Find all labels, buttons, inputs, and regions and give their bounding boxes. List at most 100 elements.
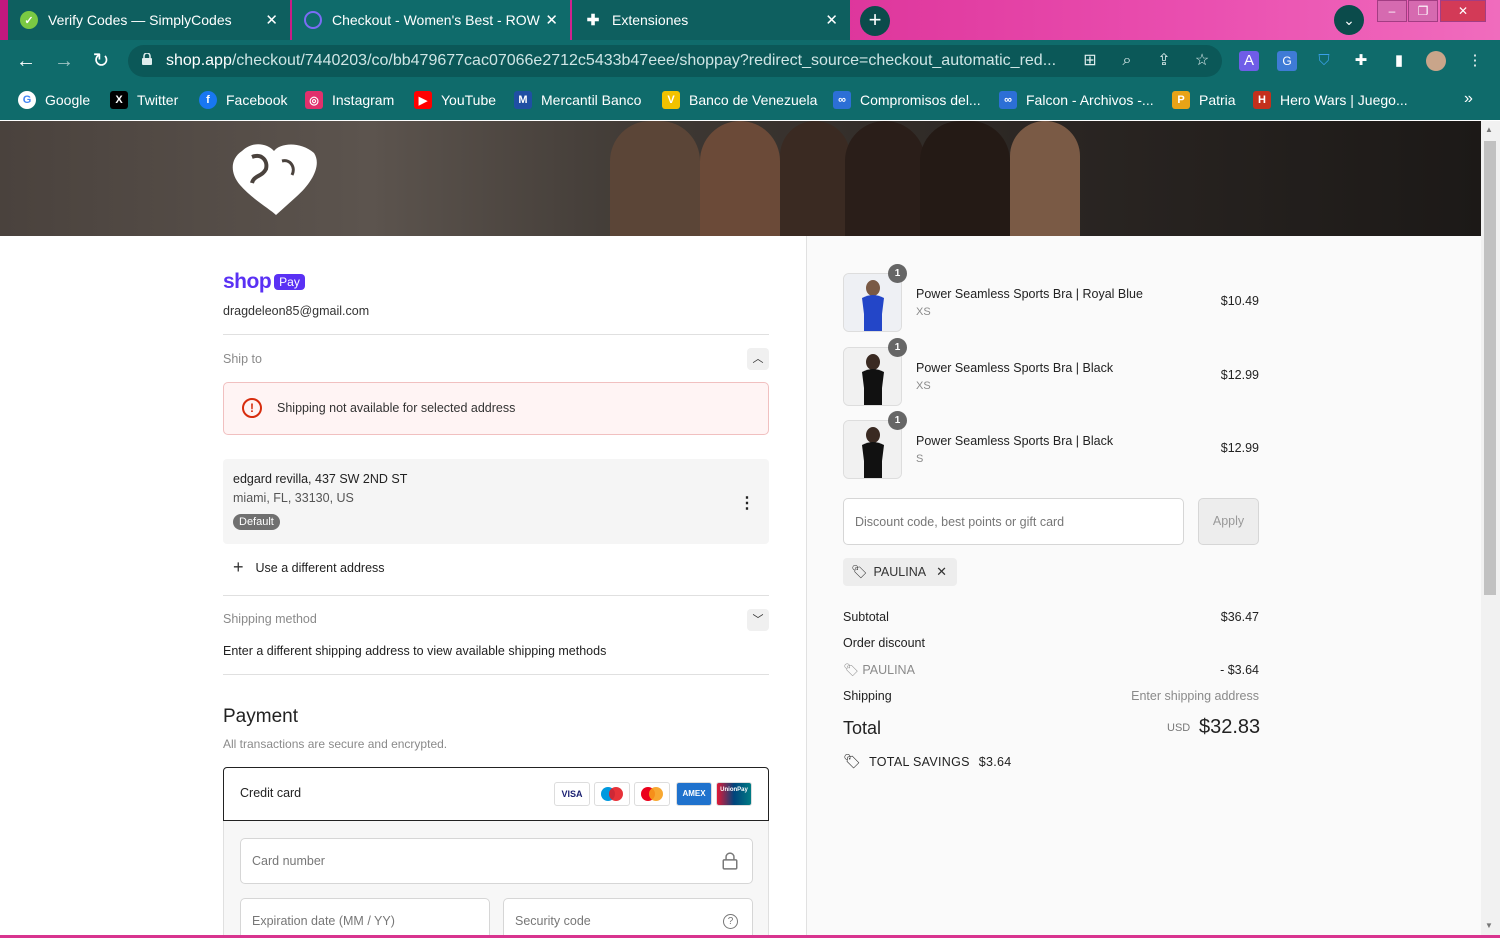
bookmark-google[interactable]: G Google [18, 91, 90, 109]
close-icon[interactable]: ✕ [825, 11, 838, 29]
chevron-down-icon[interactable]: ﹀ [747, 609, 769, 631]
unionpay-icon: UnionPay [716, 782, 752, 806]
product-price: $12.99 [1220, 368, 1259, 382]
product-price: $10.49 [1220, 294, 1259, 308]
payment-subtitle: All transactions are secure and encrypte… [223, 737, 448, 751]
minimize-button[interactable]: – [1377, 0, 1407, 22]
scroll-down-icon[interactable]: ▼ [1485, 921, 1493, 930]
back-arrow-icon[interactable]: ← [14, 49, 38, 73]
restore-button[interactable]: ❐ [1408, 0, 1438, 22]
google-icon: G [18, 91, 36, 109]
bookmark-compromisos[interactable]: ∞ Compromisos del... [833, 91, 981, 109]
help-icon[interactable]: ? [723, 914, 738, 929]
more-options-icon[interactable]: ⋮ [739, 493, 755, 513]
close-icon[interactable]: ✕ [265, 11, 278, 29]
banner-model [920, 121, 1010, 236]
google-translate-icon[interactable]: G [1277, 51, 1297, 71]
product-variant: XS [916, 306, 931, 318]
close-icon[interactable]: ✕ [545, 11, 558, 29]
address-line2: miami, FL, 33130, US [233, 491, 354, 505]
bookmark-mercantil[interactable]: M Mercantil Banco [514, 91, 641, 109]
bookmark-falcon[interactable]: ∞ Falcon - Archivos -... [999, 91, 1154, 109]
banner-model [780, 121, 850, 236]
line-item: 1 Power Seamless Sports Bra | Black XS $… [843, 338, 1273, 407]
divider [223, 595, 769, 596]
bookmark-twitter[interactable]: X Twitter [110, 91, 178, 109]
hero-banner [0, 121, 1481, 236]
bookmark-youtube[interactable]: ▶ YouTube [414, 91, 496, 109]
tab-simplycodes[interactable]: ✓ Verify Codes — SimplyCodes ✕ [8, 0, 290, 40]
tab-extensiones[interactable]: ✚ Extensiones ✕ [572, 0, 850, 40]
apply-button[interactable]: Apply [1198, 498, 1259, 545]
bdv-icon: V [662, 91, 680, 109]
error-icon: ! [242, 398, 262, 418]
bookmark-star-icon[interactable]: ☆ [1192, 51, 1212, 71]
extensions-puzzle-icon[interactable]: ✚ [1351, 51, 1371, 71]
x-icon: X [110, 91, 128, 109]
shield-icon[interactable]: ⛉ [1314, 51, 1334, 71]
account-email: dragdeleon85@gmail.com [223, 304, 370, 318]
order-discount-row: Order discount [843, 636, 925, 650]
remove-discount-icon[interactable]: ✕ [936, 564, 947, 580]
product-name: Power Seamless Sports Bra | Black [916, 434, 1114, 448]
more-menu-icon[interactable]: ⋮ [1465, 51, 1485, 71]
forward-arrow-icon[interactable]: → [52, 49, 76, 73]
default-badge: Default [233, 514, 280, 530]
banner-model [610, 121, 700, 236]
tag-icon: 🏷 [843, 753, 862, 769]
checkout-main: shop Pay dragdeleon85@gmail.com Ship to … [0, 236, 806, 936]
bookmark-facebook[interactable]: f Facebook [199, 91, 287, 109]
loading-spinner-icon [304, 11, 322, 29]
tag-icon: 🏷 [843, 663, 859, 677]
product-variant: XS [916, 380, 931, 392]
bookmark-instagram[interactable]: ◎ Instagram [305, 91, 394, 109]
reload-icon[interactable]: ↻ [89, 49, 113, 73]
tag-icon: 🏷 [851, 564, 868, 579]
address-bar[interactable]: shop.app/checkout/7440203/co/bb479677cac… [128, 45, 1222, 77]
patria-icon: P [1172, 91, 1190, 109]
extension-a-icon[interactable]: A [1239, 51, 1259, 71]
page-scrollbar[interactable]: ▲ ▼ [1481, 121, 1500, 936]
side-panel-icon[interactable]: ▮ [1389, 51, 1409, 71]
currency-code: USD [1167, 722, 1191, 734]
zoom-icon[interactable]: ⌕ [1117, 51, 1137, 71]
banner-model [845, 121, 925, 236]
scrollbar-thumb[interactable] [1484, 141, 1496, 595]
order-summary: 1 Power Seamless Sports Bra | Royal Blue… [806, 236, 1481, 936]
url-text: shop.app/checkout/7440203/co/bb479677cac… [166, 52, 1057, 69]
ship-to-label: Ship to [223, 352, 262, 366]
discount-code-input[interactable]: Discount code, best points or gift card [843, 498, 1184, 545]
mercantil-icon: M [514, 91, 532, 109]
shipping-method-message: Enter a different shipping address to vi… [223, 644, 607, 658]
expiration-date-field[interactable]: Expiration date (MM / YY) [240, 898, 490, 936]
plus-icon: + [233, 557, 244, 577]
tab-search-button[interactable]: ⌄ [1334, 5, 1364, 35]
share-icon[interactable]: ⇪ [1154, 51, 1174, 71]
lock-icon [142, 53, 152, 65]
tab-checkout[interactable]: Checkout - Women's Best - ROW ✕ [292, 0, 570, 40]
bookmark-hero-wars[interactable]: H Hero Wars | Juego... [1253, 91, 1408, 109]
use-different-address-button[interactable]: + Use a different address [233, 557, 385, 578]
credit-card-option[interactable]: Credit card VISA AMEX UnionPay [223, 767, 769, 821]
scroll-up-icon[interactable]: ▲ [1485, 125, 1493, 134]
quantity-badge: 1 [888, 411, 907, 430]
subtotal-row: Subtotal $36.47 [843, 610, 1259, 624]
more-bookmarks-icon[interactable]: » [1464, 90, 1473, 108]
new-tab-button[interactable]: + [860, 6, 890, 36]
translate-icon[interactable]: ⊞ [1080, 51, 1100, 71]
shop-pay-logo: shop Pay [223, 270, 305, 294]
shipping-error-alert: ! Shipping not available for selected ad… [223, 382, 769, 435]
product-variant: S [916, 453, 924, 465]
saved-address-card[interactable]: edgard revilla, 437 SW 2ND ST miami, FL,… [223, 459, 769, 544]
security-code-field[interactable]: Security code ? [503, 898, 753, 936]
bookmark-banco-venezuela[interactable]: V Banco de Venezuela [662, 91, 817, 109]
window-close-button[interactable]: ✕ [1440, 0, 1486, 22]
product-name: Power Seamless Sports Bra | Black [916, 361, 1114, 375]
avatar[interactable] [1426, 51, 1446, 71]
bookmark-patria[interactable]: P Patria [1172, 91, 1236, 109]
card-number-field[interactable]: Card number [240, 838, 753, 884]
total-savings: 🏷 TOTAL SAVINGS $3.64 [843, 753, 1012, 769]
hero-wars-icon: H [1253, 91, 1271, 109]
credit-card-form: Card number Expiration date (MM / YY) Se… [223, 821, 769, 936]
chevron-up-icon[interactable]: ︿ [747, 348, 769, 370]
